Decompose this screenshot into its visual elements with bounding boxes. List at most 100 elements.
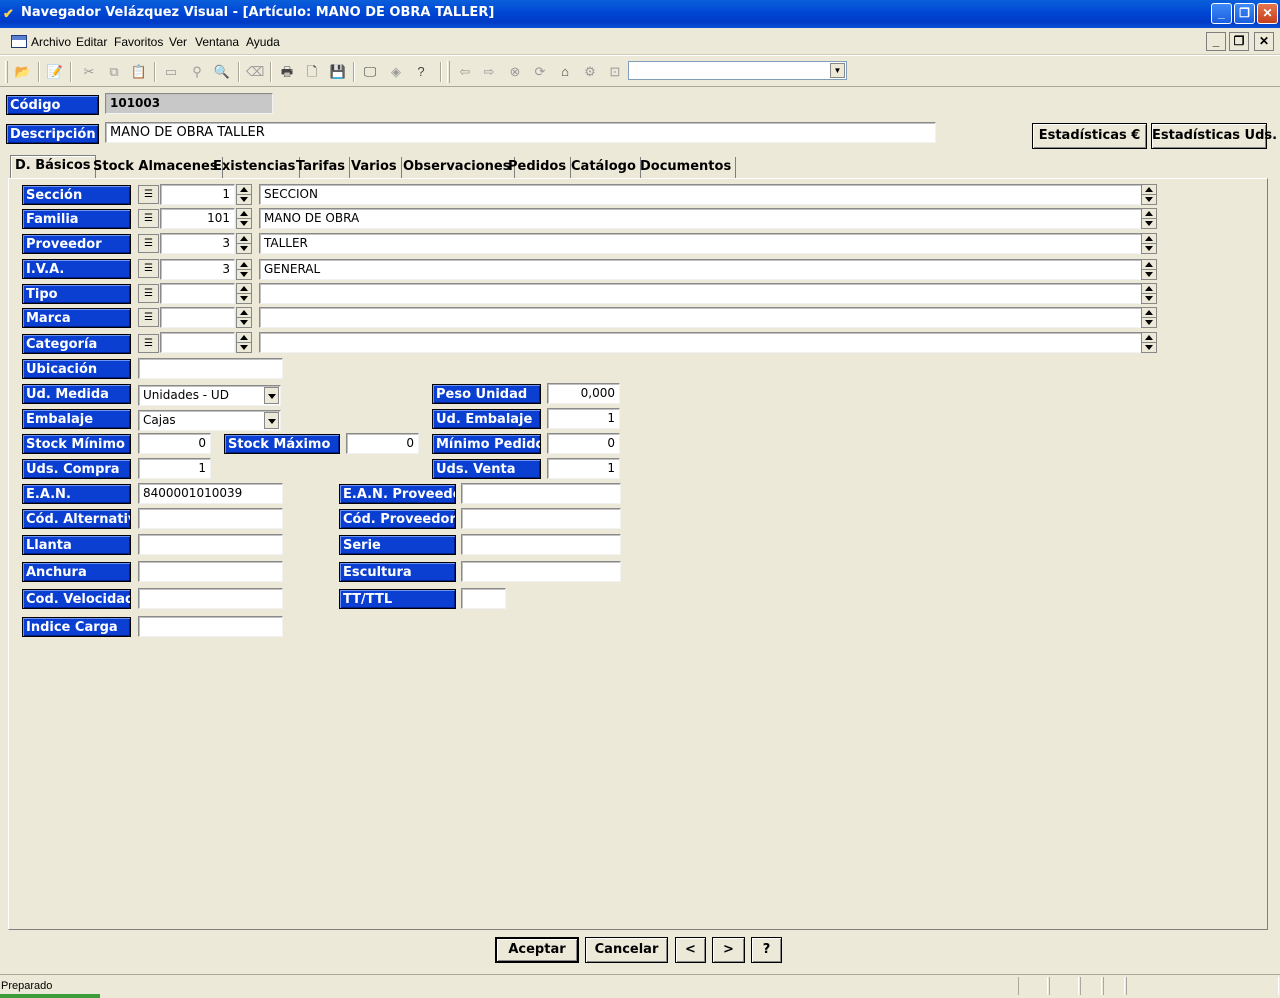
tag-icon[interactable]: ◈ <box>387 63 405 81</box>
proveedor-name-spinner[interactable] <box>1141 233 1157 254</box>
tab-catalogo[interactable]: Catálogo <box>567 157 641 179</box>
familia-spinner[interactable] <box>236 208 252 229</box>
chevron-down-icon[interactable] <box>264 412 279 429</box>
tab-pedidos[interactable]: Pedidos <box>504 157 572 179</box>
ean-field[interactable]: 8400001010039 <box>138 483 283 504</box>
open-folder-icon[interactable]: 📂 <box>14 63 32 81</box>
next-button[interactable]: > <box>712 937 745 963</box>
stock-minimo-field[interactable]: 0 <box>138 433 211 454</box>
tab-varios[interactable]: Varios <box>347 157 402 179</box>
toolbar-grip[interactable] <box>447 61 450 83</box>
tipo-code-field[interactable] <box>160 283 235 304</box>
tab-stock-almacenes[interactable]: Stock Almacenes <box>89 157 223 179</box>
print-preview-icon[interactable]: 🗋 <box>303 63 321 81</box>
seccion-spinner[interactable] <box>236 184 252 205</box>
minimo-pedido-field[interactable]: 0 <box>547 433 620 454</box>
serie-field[interactable] <box>461 534 621 555</box>
forward-arrow-icon[interactable]: ⇨ <box>480 63 498 81</box>
menu-ventana[interactable]: Ventana <box>195 35 239 49</box>
uds-compra-field[interactable]: 1 <box>138 458 211 479</box>
cod-proveedor-field[interactable] <box>461 508 621 529</box>
marca-spinner[interactable] <box>236 307 252 328</box>
chevron-down-icon[interactable] <box>264 387 279 404</box>
cancelar-button[interactable]: Cancelar <box>585 937 668 963</box>
list-picker-icon[interactable]: ☰ <box>138 334 159 353</box>
mdi-restore-button[interactable]: ❐ <box>1229 32 1249 51</box>
help-button[interactable]: ? <box>751 937 782 963</box>
list-picker-icon[interactable]: ☰ <box>138 259 159 278</box>
chevron-down-icon[interactable]: ▼ <box>830 63 845 78</box>
tipo-name-spinner[interactable] <box>1141 283 1157 304</box>
tab-existencias[interactable]: Existencias <box>209 157 301 179</box>
paste-icon[interactable]: 📋 <box>130 63 148 81</box>
proveedor-code-field[interactable]: 3 <box>160 233 235 254</box>
mdi-minimize-button[interactable]: _ <box>1206 32 1226 51</box>
address-combo[interactable]: ▼ <box>628 61 847 80</box>
categoria-name-spinner[interactable] <box>1141 332 1157 353</box>
categoria-code-field[interactable] <box>160 332 235 353</box>
mdi-close-button[interactable]: ✕ <box>1254 32 1274 51</box>
uds-venta-field[interactable]: 1 <box>547 458 620 479</box>
monitor-icon[interactable]: 🖵 <box>361 63 379 81</box>
tipo-name-field[interactable] <box>259 283 1157 304</box>
proveedor-spinner[interactable] <box>236 233 252 254</box>
copy-icon[interactable]: ⧉ <box>105 63 123 81</box>
iva-name-spinner[interactable] <box>1141 259 1157 280</box>
menu-archivo[interactable]: Archivo <box>31 35 71 49</box>
previous-button[interactable]: < <box>675 937 706 963</box>
marca-code-field[interactable] <box>160 307 235 328</box>
marca-name-spinner[interactable] <box>1141 307 1157 328</box>
codigo-field[interactable]: 101003 <box>105 93 273 114</box>
cut-icon[interactable]: ✂ <box>80 63 98 81</box>
edit-document-icon[interactable]: 📝 <box>46 63 64 81</box>
search-icon[interactable]: 🔍 <box>213 63 231 81</box>
tipo-spinner[interactable] <box>236 283 252 304</box>
stop-icon[interactable]: ⊗ <box>506 63 524 81</box>
categoria-spinner[interactable] <box>236 332 252 353</box>
tab-observaciones[interactable]: Observaciones <box>399 157 516 179</box>
list-picker-icon[interactable]: ☰ <box>138 185 159 204</box>
ubicacion-field[interactable] <box>138 358 283 379</box>
menu-ayuda[interactable]: Ayuda <box>246 35 280 49</box>
familia-name-spinner[interactable] <box>1141 208 1157 229</box>
seccion-code-field[interactable]: 1 <box>160 184 235 205</box>
menu-favoritos[interactable]: Favoritos <box>114 35 163 49</box>
window-icon[interactable]: ▭ <box>162 63 180 81</box>
history-icon[interactable]: ⚙ <box>581 63 599 81</box>
stats-uds-button[interactable]: Estadísticas Uds. <box>1151 123 1277 149</box>
refresh-icon[interactable]: ⟳ <box>531 63 549 81</box>
ud-embalaje-field[interactable]: 1 <box>547 408 620 429</box>
tab-documentos[interactable]: Documentos <box>636 157 737 179</box>
embalaje-select[interactable]: Cajas <box>138 410 281 431</box>
escultura-field[interactable] <box>461 561 621 582</box>
peso-unidad-field[interactable]: 0,000 <box>547 383 620 404</box>
bookmark-icon[interactable]: ⊡ <box>606 63 624 81</box>
categoria-name-field[interactable] <box>259 332 1157 353</box>
descripcion-field[interactable]: MANO DE OBRA TALLER <box>105 122 936 143</box>
proveedor-name-field[interactable]: TALLER <box>259 233 1157 254</box>
seccion-name-spinner[interactable] <box>1141 184 1157 205</box>
tab-d-basicos[interactable]: D. Básicos <box>10 155 96 179</box>
iva-code-field[interactable]: 3 <box>160 259 235 280</box>
close-button[interactable]: ✕ <box>1257 3 1278 24</box>
home-icon[interactable]: ⌂ <box>556 63 574 81</box>
maximize-button[interactable]: ❐ <box>1234 3 1255 24</box>
document-icon[interactable] <box>11 35 27 48</box>
back-arrow-icon[interactable]: ⇦ <box>456 63 474 81</box>
save-icon[interactable]: 💾 <box>329 63 347 81</box>
list-picker-icon[interactable]: ☰ <box>138 308 159 327</box>
iva-name-field[interactable]: GENERAL <box>259 259 1157 280</box>
ud-medida-select[interactable]: Unidades - UD <box>138 385 281 406</box>
familia-name-field[interactable]: MANO DE OBRA <box>259 208 1157 229</box>
seccion-name-field[interactable]: SECCION <box>259 184 1157 205</box>
list-picker-icon[interactable]: ☰ <box>138 284 159 303</box>
stats-eur-button[interactable]: Estadísticas € <box>1032 123 1147 149</box>
menu-editar[interactable]: Editar <box>76 35 107 49</box>
ean-proveedor-field[interactable] <box>461 483 621 504</box>
toolbar-grip[interactable] <box>5 61 8 83</box>
list-picker-icon[interactable]: ☰ <box>138 234 159 253</box>
iva-spinner[interactable] <box>236 259 252 280</box>
print-icon[interactable]: 🖶 <box>278 63 296 81</box>
marca-name-field[interactable] <box>259 307 1157 328</box>
filter-icon[interactable]: ⚲ <box>188 63 206 81</box>
